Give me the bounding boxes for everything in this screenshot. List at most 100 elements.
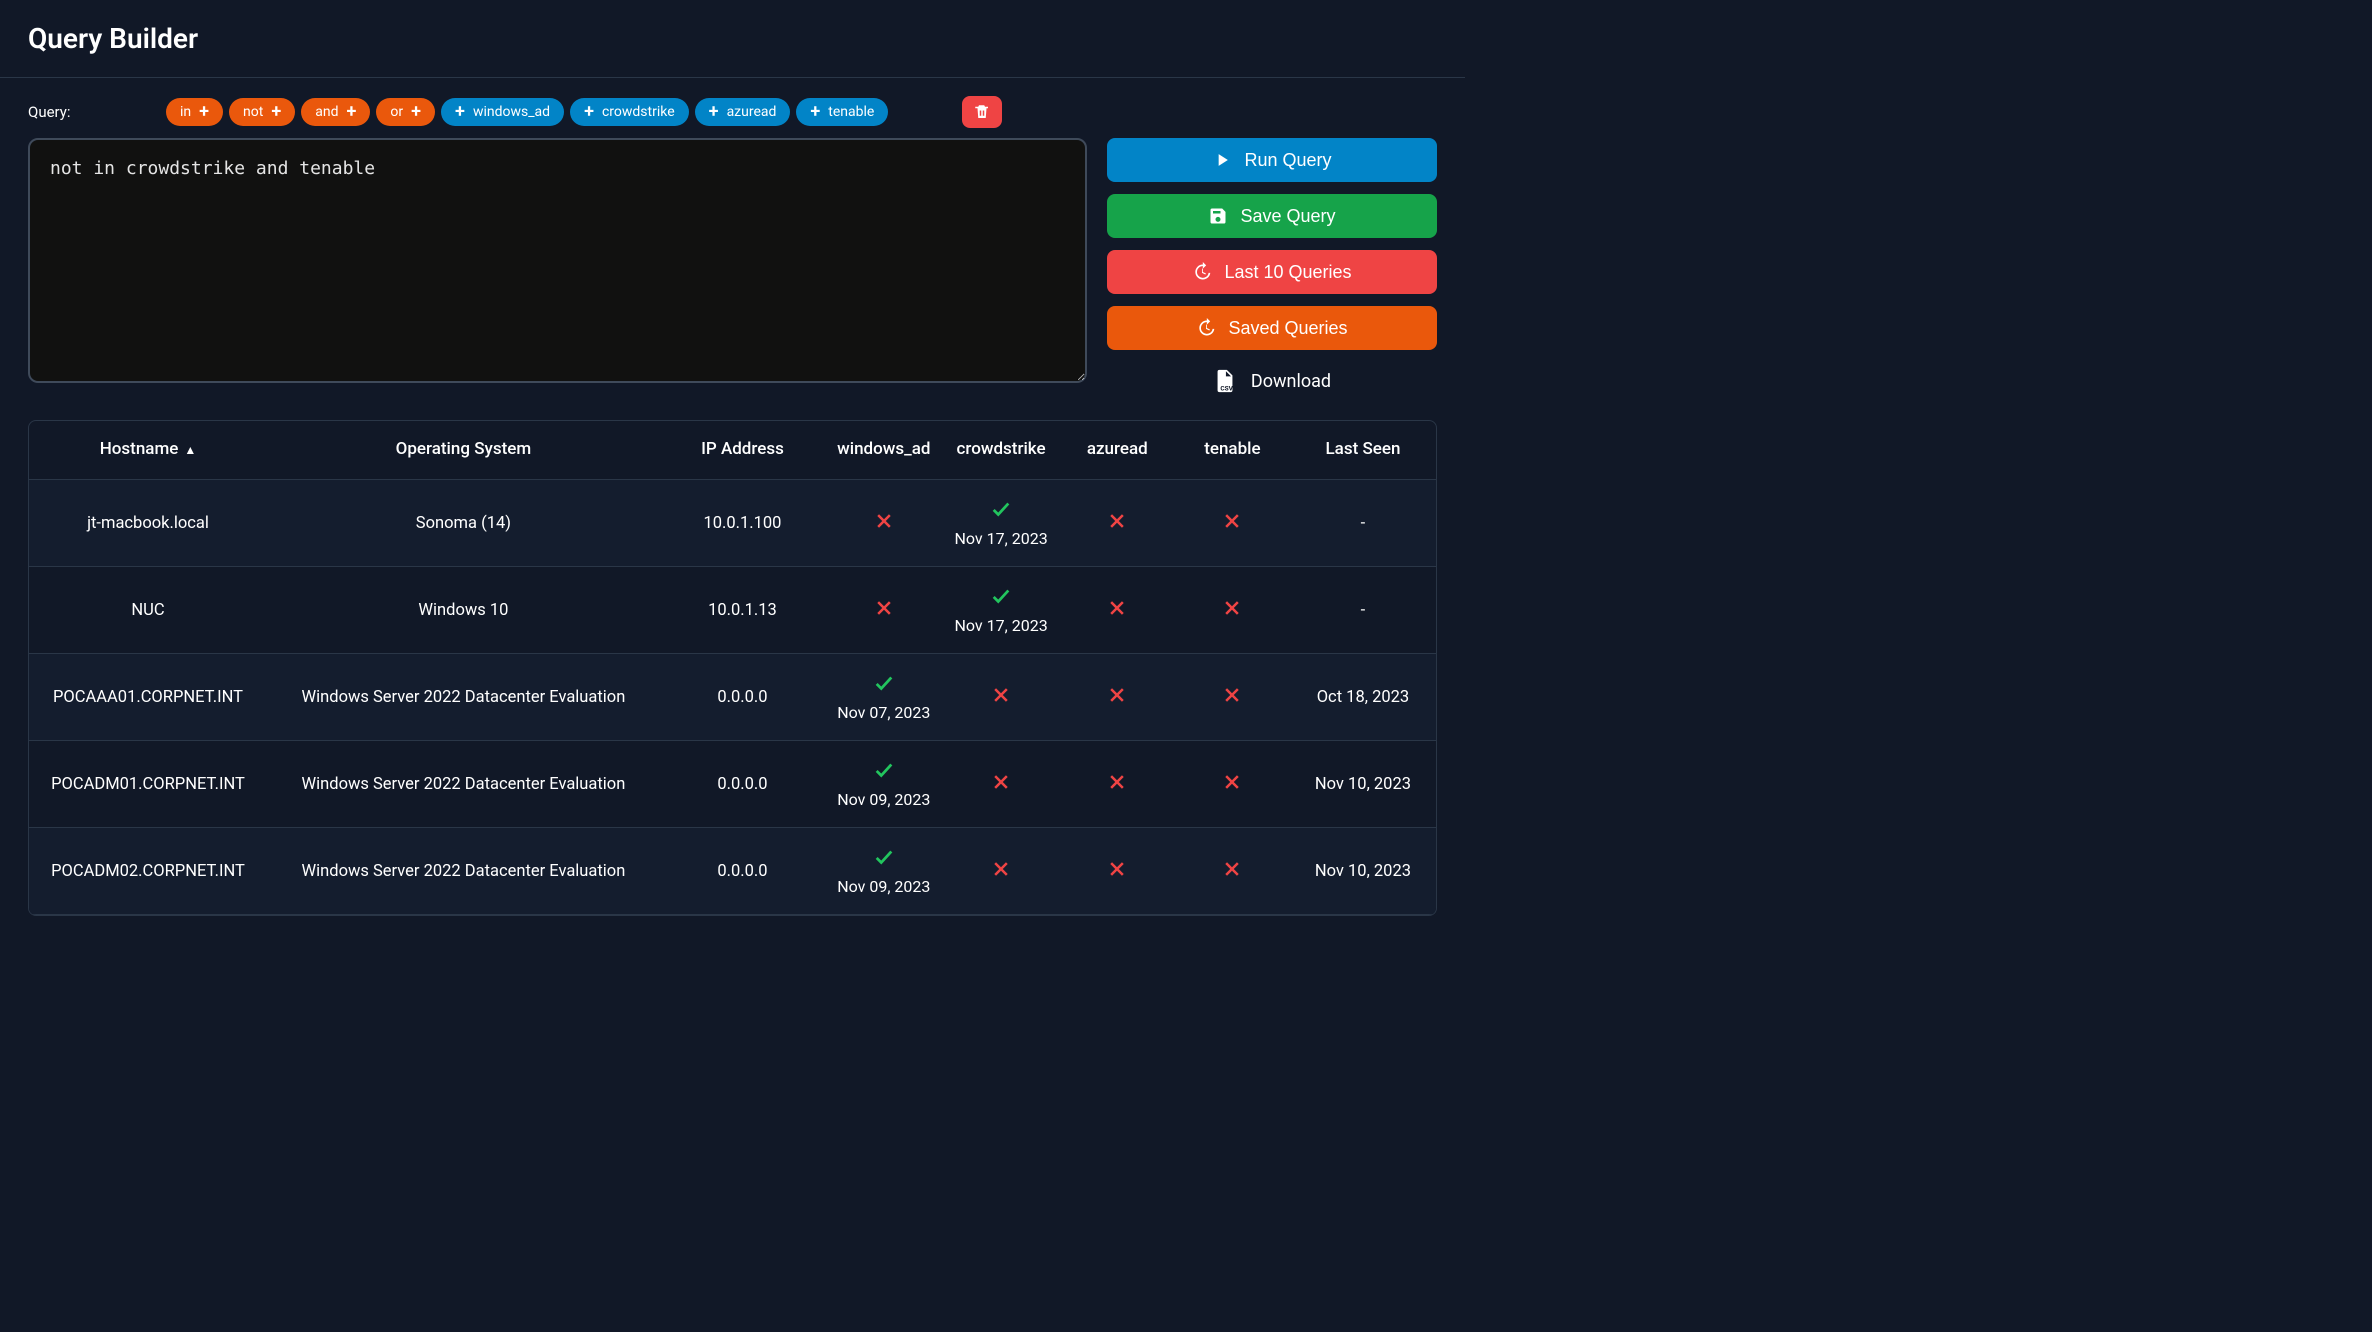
- cross-icon: [1222, 685, 1242, 710]
- status-date: Nov 17, 2023: [954, 616, 1047, 635]
- operator-chip-or[interactable]: or+: [376, 98, 435, 126]
- operator-chip-not[interactable]: not +: [229, 98, 295, 126]
- column-header-tenable[interactable]: tenable: [1175, 421, 1290, 480]
- cross-icon: [1107, 511, 1127, 536]
- column-header-azuread[interactable]: azuread: [1060, 421, 1175, 480]
- os-cell: Windows Server 2022 Datacenter Evaluatio…: [267, 654, 660, 741]
- query-label: Query:: [28, 103, 158, 121]
- hostname-cell: POCADM02.CORPNET.INT: [29, 828, 267, 915]
- column-header-windows_ad[interactable]: windows_ad: [825, 421, 942, 480]
- last-queries-button[interactable]: Last 10 Queries: [1107, 250, 1437, 294]
- hostname-cell: NUC: [29, 567, 267, 654]
- chip-label: in: [180, 104, 191, 120]
- status-date: Nov 17, 2023: [954, 529, 1047, 548]
- check-icon: [990, 498, 1012, 525]
- column-header-last-seen[interactable]: Last Seen: [1290, 421, 1436, 480]
- delete-icon: [973, 103, 991, 121]
- os-cell: Windows 10: [267, 567, 660, 654]
- last-seen-cell: Nov 10, 2023: [1290, 741, 1436, 828]
- save-query-button[interactable]: Save Query: [1107, 194, 1437, 238]
- ip-cell: 0.0.0.0: [660, 828, 825, 915]
- cross-icon: [1222, 598, 1242, 623]
- table-row[interactable]: POCADM01.CORPNET.INTWindows Server 2022 …: [29, 741, 1436, 828]
- table-row[interactable]: POCADM02.CORPNET.INTWindows Server 2022 …: [29, 828, 1436, 915]
- status-cell: Nov 17, 2023: [943, 480, 1060, 567]
- check-icon: [873, 759, 895, 786]
- column-header-hostname[interactable]: Hostname▲: [29, 421, 267, 480]
- results-table: Hostname▲Operating SystemIP Addresswindo…: [28, 420, 1437, 916]
- status-cell: [1060, 741, 1175, 828]
- status-date: Nov 09, 2023: [837, 877, 930, 896]
- clear-query-button[interactable]: [962, 96, 1002, 128]
- plus-icon: +: [584, 103, 594, 121]
- status-cell: [1060, 828, 1175, 915]
- os-cell: Sonoma (14): [267, 480, 660, 567]
- cross-icon: [1107, 772, 1127, 797]
- status-cell: Nov 09, 2023: [825, 741, 942, 828]
- plus-icon: +: [709, 103, 719, 121]
- last-seen-cell: -: [1290, 480, 1436, 567]
- source-chip-crowdstrike[interactable]: crowdstrike +: [570, 98, 689, 126]
- status-cell: [1175, 828, 1290, 915]
- source-chip-windows_ad[interactable]: windows_ad+: [441, 98, 564, 126]
- status-cell: [943, 741, 1060, 828]
- chip-label: not: [243, 104, 263, 120]
- table-row[interactable]: jt-macbook.localSonoma (14)10.0.1.100 Nov…: [29, 480, 1436, 567]
- column-header-ip-address[interactable]: IP Address: [660, 421, 825, 480]
- last-seen-cell: -: [1290, 567, 1436, 654]
- cross-icon: [1107, 859, 1127, 884]
- status-cell: [1060, 567, 1175, 654]
- status-cell: [825, 480, 942, 567]
- column-header-operating-system[interactable]: Operating System: [267, 421, 660, 480]
- last-seen-cell: Nov 10, 2023: [1290, 828, 1436, 915]
- last-seen-cell: Oct 18, 2023: [1290, 654, 1436, 741]
- run-query-button[interactable]: Run Query: [1107, 138, 1437, 182]
- plus-icon: +: [347, 103, 357, 121]
- os-cell: Windows Server 2022 Datacenter Evaluatio…: [267, 828, 660, 915]
- cross-icon: [1107, 598, 1127, 623]
- page-header: Query Builder: [0, 0, 1465, 78]
- column-header-crowdstrike[interactable]: crowdstrike: [943, 421, 1060, 480]
- source-chip-azuread[interactable]: azuread+: [695, 98, 791, 126]
- query-textarea[interactable]: [28, 138, 1087, 383]
- table-row[interactable]: POCAAA01.CORPNET.INTWindows Server 2022 …: [29, 654, 1436, 741]
- plus-icon: +: [271, 103, 281, 121]
- operator-chip-in[interactable]: in +: [166, 98, 223, 126]
- chip-label: tenable: [828, 104, 874, 120]
- cross-icon: [1222, 772, 1242, 797]
- status-cell: [1060, 654, 1175, 741]
- saved-queries-button[interactable]: Saved Queries: [1107, 306, 1437, 350]
- query-chip-bar: Query: in+not+and+or+windows_ad+crowdstr…: [28, 96, 1437, 128]
- hostname-cell: jt-macbook.local: [29, 480, 267, 567]
- status-cell: [1175, 741, 1290, 828]
- ip-cell: 0.0.0.0: [660, 741, 825, 828]
- ip-cell: 10.0.1.13: [660, 567, 825, 654]
- page-title: Query Builder: [28, 22, 1437, 55]
- run-query-label: Run Query: [1244, 150, 1331, 171]
- ip-cell: 10.0.1.100: [660, 480, 825, 567]
- operator-chip-and[interactable]: and+: [301, 98, 370, 126]
- os-cell: Windows Server 2022 Datacenter Evaluatio…: [267, 741, 660, 828]
- save-icon: [1208, 206, 1228, 226]
- plus-icon: +: [455, 103, 465, 121]
- download-label: Download: [1251, 371, 1331, 392]
- cross-icon: [1107, 685, 1127, 710]
- cross-icon: [991, 685, 1011, 710]
- download-button[interactable]: CSV Download: [1107, 368, 1437, 394]
- last-queries-label: Last 10 Queries: [1224, 262, 1351, 283]
- status-cell: [943, 828, 1060, 915]
- status-date: Nov 07, 2023: [837, 703, 930, 722]
- plus-icon: +: [199, 103, 209, 121]
- status-cell: [1060, 480, 1175, 567]
- status-cell: Nov 17, 2023: [943, 567, 1060, 654]
- status-date: Nov 09, 2023: [837, 790, 930, 809]
- csv-file-icon: CSV: [1213, 368, 1237, 394]
- status-cell: [943, 654, 1060, 741]
- table-row[interactable]: NUCWindows 1010.0.1.13 Nov 17, 2023 -: [29, 567, 1436, 654]
- play-icon: [1212, 150, 1232, 170]
- source-chip-tenable[interactable]: tenable+: [796, 98, 888, 126]
- status-cell: [825, 567, 942, 654]
- cross-icon: [874, 598, 894, 623]
- chip-label: crowdstrike: [602, 104, 675, 120]
- history-icon: [1192, 262, 1212, 282]
